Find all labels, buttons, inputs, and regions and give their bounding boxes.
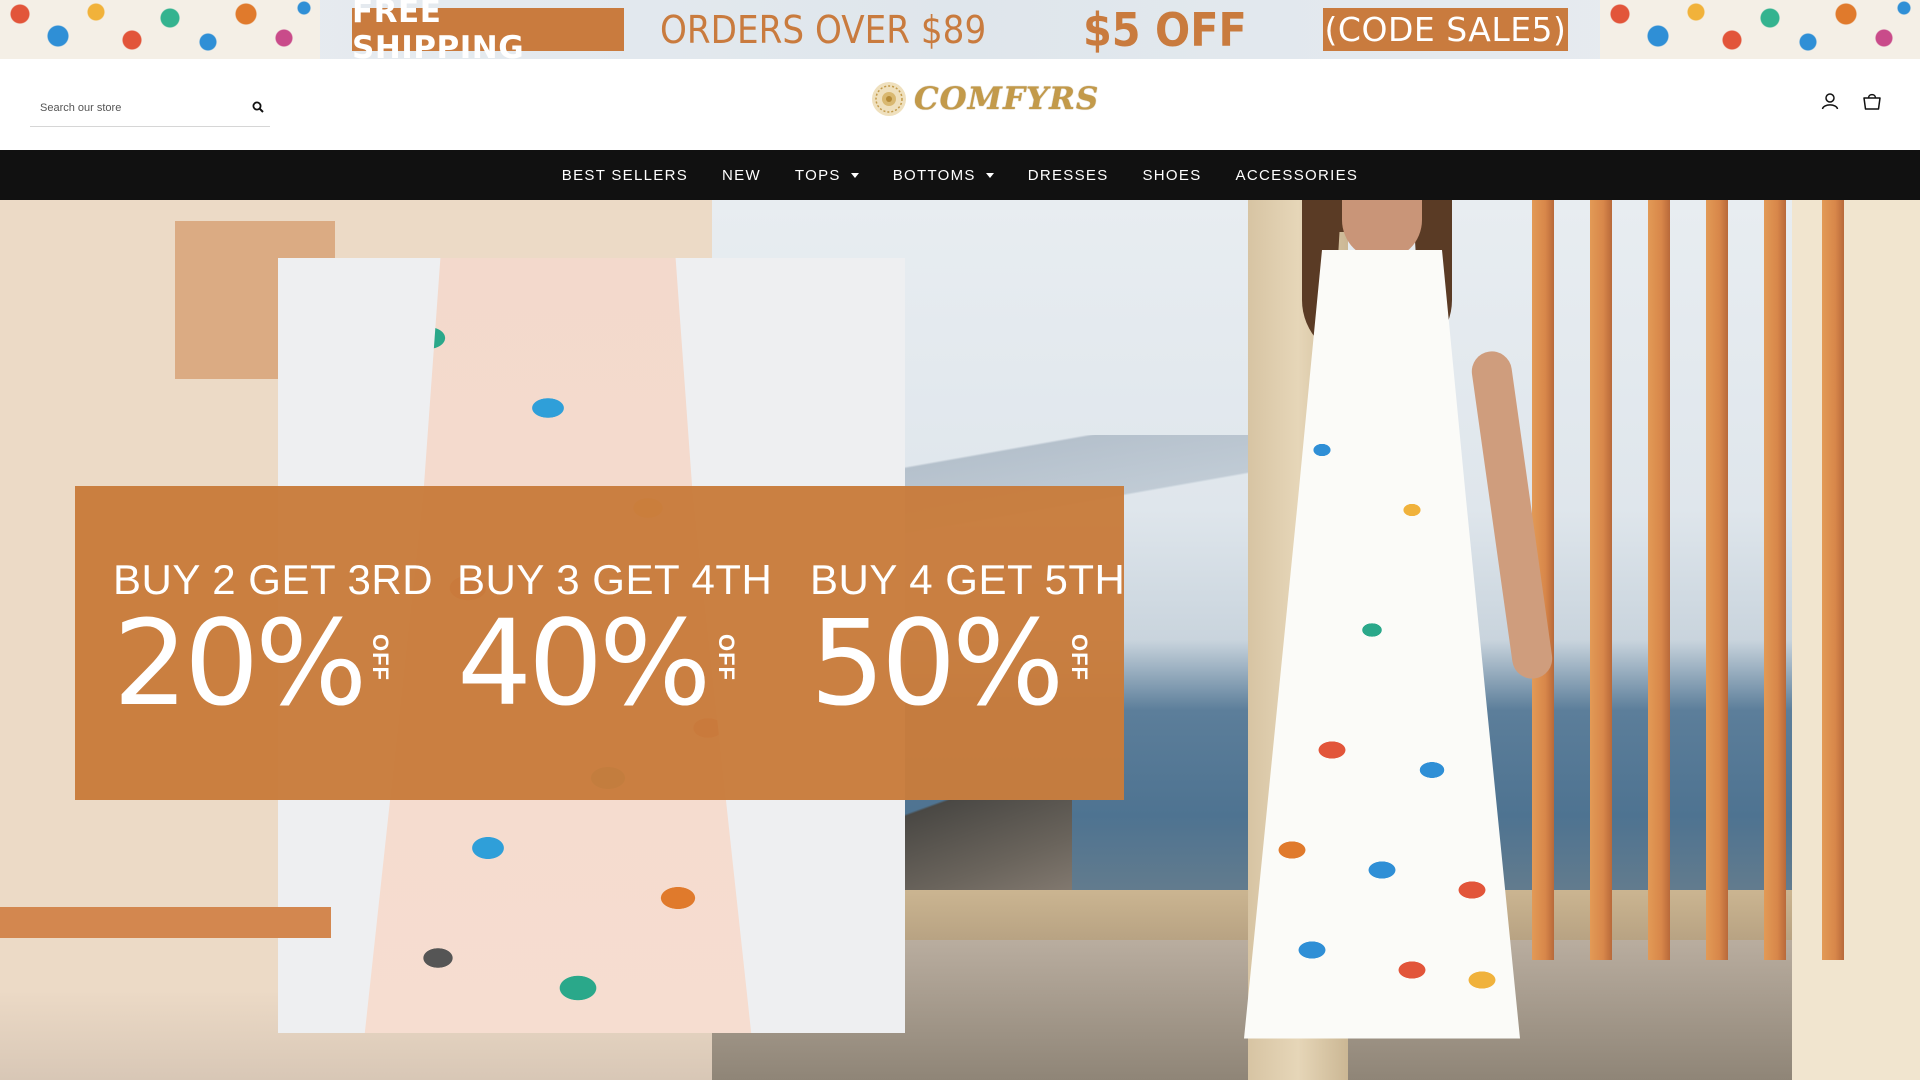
- logo-text: COMFYRS: [914, 81, 1100, 117]
- store-logo[interactable]: COMFYRS: [870, 77, 1099, 121]
- user-icon: [1821, 93, 1839, 110]
- shopping-bag-icon: [1863, 93, 1881, 110]
- hero-banner[interactable]: BUY 2 GET 3RD 20% OFF BUY 3 GET 4TH 40% …: [0, 200, 1920, 1080]
- railing-slat: [1590, 200, 1612, 960]
- nav-item-accessories[interactable]: ACCESSORIES: [1219, 167, 1376, 184]
- sun-logo-icon: [872, 82, 906, 116]
- nav-item-new[interactable]: NEW: [705, 167, 778, 184]
- caret-down-icon: [985, 172, 994, 178]
- railing-slat: [1648, 200, 1670, 960]
- decorative-bar: [0, 907, 331, 938]
- site-header: COMFYRS: [0, 59, 1920, 150]
- discount-code-badge: (CODE SALE5): [1323, 8, 1568, 51]
- model-arm: [1469, 348, 1555, 682]
- nav-item-dresses[interactable]: DRESSES: [1011, 167, 1126, 184]
- header-actions: [1818, 89, 1884, 113]
- search-input[interactable]: [30, 91, 240, 125]
- offer-off-label: OFF: [368, 634, 393, 681]
- offer-percent: 20%: [113, 594, 367, 732]
- nav-item-bottoms[interactable]: BOTTOMS: [876, 167, 1011, 184]
- account-button[interactable]: [1818, 89, 1842, 113]
- promo-banner[interactable]: FREE SHIPPING ORDERS OVER $89 $5 OFF (CO…: [0, 0, 1920, 59]
- offer-off-label: OFF: [714, 634, 739, 681]
- search-icon: [252, 101, 264, 113]
- nav-item-label: BEST SELLERS: [561, 166, 689, 184]
- nav-list: BEST SELLERS NEW TOPS BOTTOMS DRESSES SH…: [545, 167, 1375, 184]
- free-shipping-badge: FREE SHIPPING: [352, 0, 624, 59]
- nav-item-label: SHOES: [1142, 166, 1202, 184]
- railing-slat: [1706, 200, 1728, 960]
- offer-tier-3: BUY 4 GET 5TH 50% OFF: [810, 486, 1130, 800]
- offer-percent: 40%: [457, 594, 711, 732]
- search-button[interactable]: [246, 95, 270, 119]
- nav-item-tops[interactable]: TOPS: [778, 167, 876, 184]
- nav-item-label: ACCESSORIES: [1235, 166, 1359, 184]
- railing-wall-image: [1792, 200, 1920, 1080]
- railing-slat: [1822, 200, 1844, 960]
- nav-item-label: DRESSES: [1027, 166, 1109, 184]
- orders-over-text: ORDERS OVER $89: [660, 7, 987, 52]
- cart-button[interactable]: [1860, 89, 1884, 113]
- offer-tier-1: BUY 2 GET 3RD 20% OFF: [113, 486, 433, 800]
- offer-percent: 50%: [810, 594, 1064, 732]
- offer-tier-2: BUY 3 GET 4TH 40% OFF: [457, 486, 777, 800]
- nav-item-shoes[interactable]: SHOES: [1126, 167, 1219, 184]
- main-navigation: BEST SELLERS NEW TOPS BOTTOMS DRESSES SH…: [0, 150, 1920, 200]
- nav-item-label: BOTTOMS: [892, 166, 976, 184]
- nav-item-label: TOPS: [794, 166, 841, 184]
- nav-item-label: NEW: [722, 166, 761, 184]
- offer-panel: BUY 2 GET 3RD 20% OFF BUY 3 GET 4TH 40% …: [75, 486, 1125, 800]
- offer-off-label: OFF: [1067, 634, 1092, 681]
- nav-item-best-sellers[interactable]: BEST SELLERS: [545, 167, 705, 184]
- model-figure: [1202, 200, 1562, 1080]
- railing-slat: [1764, 200, 1786, 960]
- butterfly-pattern-image: [1600, 0, 1920, 59]
- discount-text: $5 OFF: [1083, 2, 1247, 57]
- search-form: [30, 91, 270, 127]
- caret-down-icon: [850, 172, 859, 178]
- butterfly-pattern-image: [0, 0, 320, 59]
